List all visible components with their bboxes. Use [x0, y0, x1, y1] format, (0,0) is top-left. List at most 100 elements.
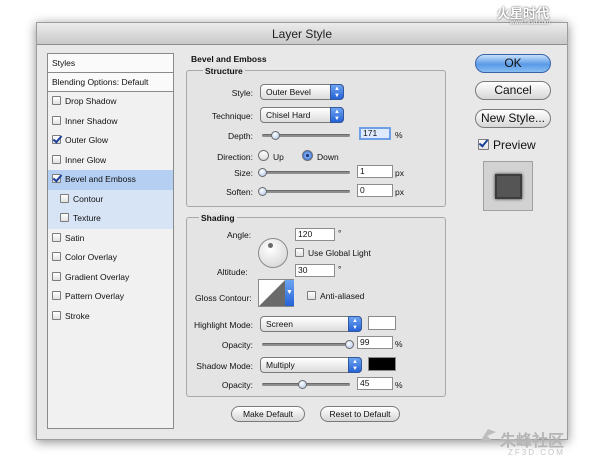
style-item-inner-glow[interactable]: Inner Glow [48, 151, 173, 171]
cancel-button[interactable]: Cancel [475, 81, 551, 100]
checkbox-icon[interactable] [52, 154, 61, 164]
highlight-color-swatch[interactable] [368, 316, 396, 330]
technique-select-value: Chisel Hard [266, 110, 311, 120]
depth-unit: % [395, 130, 403, 140]
preview-thumbnail [483, 161, 533, 211]
style-item-label: Satin [65, 232, 85, 243]
angle-dial[interactable] [258, 238, 288, 268]
preview-label: Preview [493, 138, 536, 152]
highlight-opacity-slider[interactable] [262, 340, 355, 349]
watermark-bottom-url: ZF3D.COM [508, 448, 565, 457]
preview-checkbox[interactable]: Preview [478, 138, 536, 152]
shadow-opacity-unit: % [395, 380, 403, 390]
style-item-label: Inner Glow [65, 154, 107, 165]
shadow-mode-select[interactable]: Multiply ▲ ▼ [260, 357, 362, 373]
size-unit: px [395, 168, 404, 178]
shadow-mode-value: Multiply [266, 360, 295, 370]
styles-header[interactable]: Styles [48, 54, 173, 73]
checkbox-icon[interactable] [52, 291, 61, 300]
shading-title: Shading [199, 213, 237, 223]
size-slider[interactable] [258, 168, 350, 177]
checkbox-icon[interactable] [52, 232, 61, 242]
soften-slider[interactable] [258, 187, 350, 196]
style-item-pattern-overlay[interactable]: Pattern Overlay [48, 287, 173, 307]
watermark-top-url: www.hxsd.com [510, 20, 551, 26]
style-item-satin[interactable]: Satin [48, 229, 173, 249]
preview-check-icon [478, 139, 489, 150]
shadow-opacity-thumb[interactable] [297, 380, 307, 389]
checkbox-icon[interactable] [52, 174, 61, 183]
checkbox-icon[interactable] [52, 271, 61, 281]
checkbox-icon[interactable] [52, 310, 61, 320]
direction-down-label: Down [317, 152, 339, 162]
highlight-mode-select[interactable]: Screen ▲ ▼ [260, 316, 362, 332]
contour-dropdown-icon[interactable]: ▼ [285, 280, 294, 306]
use-global-light-checkbox[interactable]: Use Global Light [295, 248, 371, 258]
select-arrows-icon: ▲ ▼ [330, 84, 344, 100]
new-style-button[interactable]: New Style... [475, 109, 551, 128]
direction-label: Direction: [217, 152, 253, 162]
anti-aliased-checkbox[interactable]: Anti-aliased [307, 291, 364, 301]
shadow-opacity-label: Opacity: [221, 380, 253, 390]
ok-button[interactable]: OK [475, 54, 551, 73]
angle-label: Angle: [227, 230, 252, 240]
make-default-button[interactable]: Make Default [231, 406, 305, 422]
size-slider-thumb[interactable] [258, 168, 267, 177]
style-select-value: Outer Bevel [266, 87, 311, 97]
altitude-label: Altitude: [217, 267, 248, 277]
altitude-field[interactable]: 30 [295, 264, 335, 277]
blending-options-item[interactable]: Blending Options: Default [48, 73, 173, 92]
style-item-texture[interactable]: Texture [48, 209, 173, 229]
style-item-label: Gradient Overlay [65, 271, 130, 282]
style-item-color-overlay[interactable]: Color Overlay [48, 248, 173, 268]
style-item-bevel-and-emboss[interactable]: Bevel and Emboss [48, 170, 173, 190]
style-item-inner-shadow[interactable]: Inner Shadow [48, 112, 173, 132]
bevel-section-title: Bevel and Emboss [191, 54, 267, 64]
gloss-contour-picker[interactable]: ▼ [258, 279, 294, 307]
shadow-opacity-field[interactable]: 45 [357, 377, 393, 390]
preview-swatch [495, 174, 522, 199]
soften-slider-thumb[interactable] [258, 187, 267, 196]
select-arrows-icon: ▲ ▼ [348, 316, 362, 332]
style-select[interactable]: Outer Bevel ▲ ▼ [260, 84, 344, 100]
style-item-drop-shadow[interactable]: Drop Shadow [48, 92, 173, 112]
style-item-contour[interactable]: Contour [48, 189, 173, 209]
depth-field[interactable]: 171 [359, 127, 391, 140]
style-item-label: Bevel and Emboss [65, 174, 136, 184]
checkbox-icon[interactable] [52, 96, 61, 105]
depth-label: Depth: [227, 131, 253, 141]
checkbox-icon[interactable] [52, 115, 61, 125]
shadow-opacity-slider[interactable] [262, 380, 350, 389]
direction-down-radio[interactable] [302, 150, 313, 161]
highlight-opacity-unit: % [395, 339, 403, 349]
checkbox-icon[interactable] [60, 213, 69, 222]
style-item-outer-glow[interactable]: Outer Glow [48, 131, 173, 151]
shadow-mode-label: Shadow Mode: [196, 361, 253, 371]
highlight-mode-label: Highlight Mode: [193, 320, 253, 330]
contour-curve-icon [259, 280, 285, 306]
use-global-light-check-icon [295, 248, 304, 257]
structure-title: Structure [203, 66, 245, 76]
depth-slider[interactable] [262, 131, 350, 140]
style-item-label: Outer Glow [65, 135, 108, 145]
reset-to-default-button[interactable]: Reset to Default [320, 406, 400, 422]
checkbox-icon[interactable] [60, 193, 69, 203]
checkbox-icon[interactable] [52, 135, 61, 144]
style-item-label: Drop Shadow [65, 96, 117, 106]
style-item-gradient-overlay[interactable]: Gradient Overlay [48, 268, 173, 288]
angle-field[interactable]: 120 [295, 228, 335, 241]
style-label: Style: [231, 88, 253, 98]
style-item-label: Texture [73, 213, 101, 223]
use-global-light-label: Use Global Light [308, 248, 371, 258]
angle-dial-handle[interactable] [268, 243, 273, 248]
technique-select[interactable]: Chisel Hard ▲ ▼ [260, 107, 344, 123]
style-item-stroke[interactable]: Stroke [48, 307, 173, 327]
direction-up-radio[interactable] [258, 150, 269, 161]
shadow-color-swatch[interactable] [368, 357, 396, 371]
watermark-logo-icon [478, 426, 498, 446]
size-field[interactable]: 1 [357, 165, 393, 178]
soften-field[interactable]: 0 [357, 184, 393, 197]
checkbox-icon[interactable] [52, 252, 61, 261]
style-item-label: Stroke [65, 310, 90, 321]
highlight-opacity-field[interactable]: 99 [357, 336, 393, 349]
